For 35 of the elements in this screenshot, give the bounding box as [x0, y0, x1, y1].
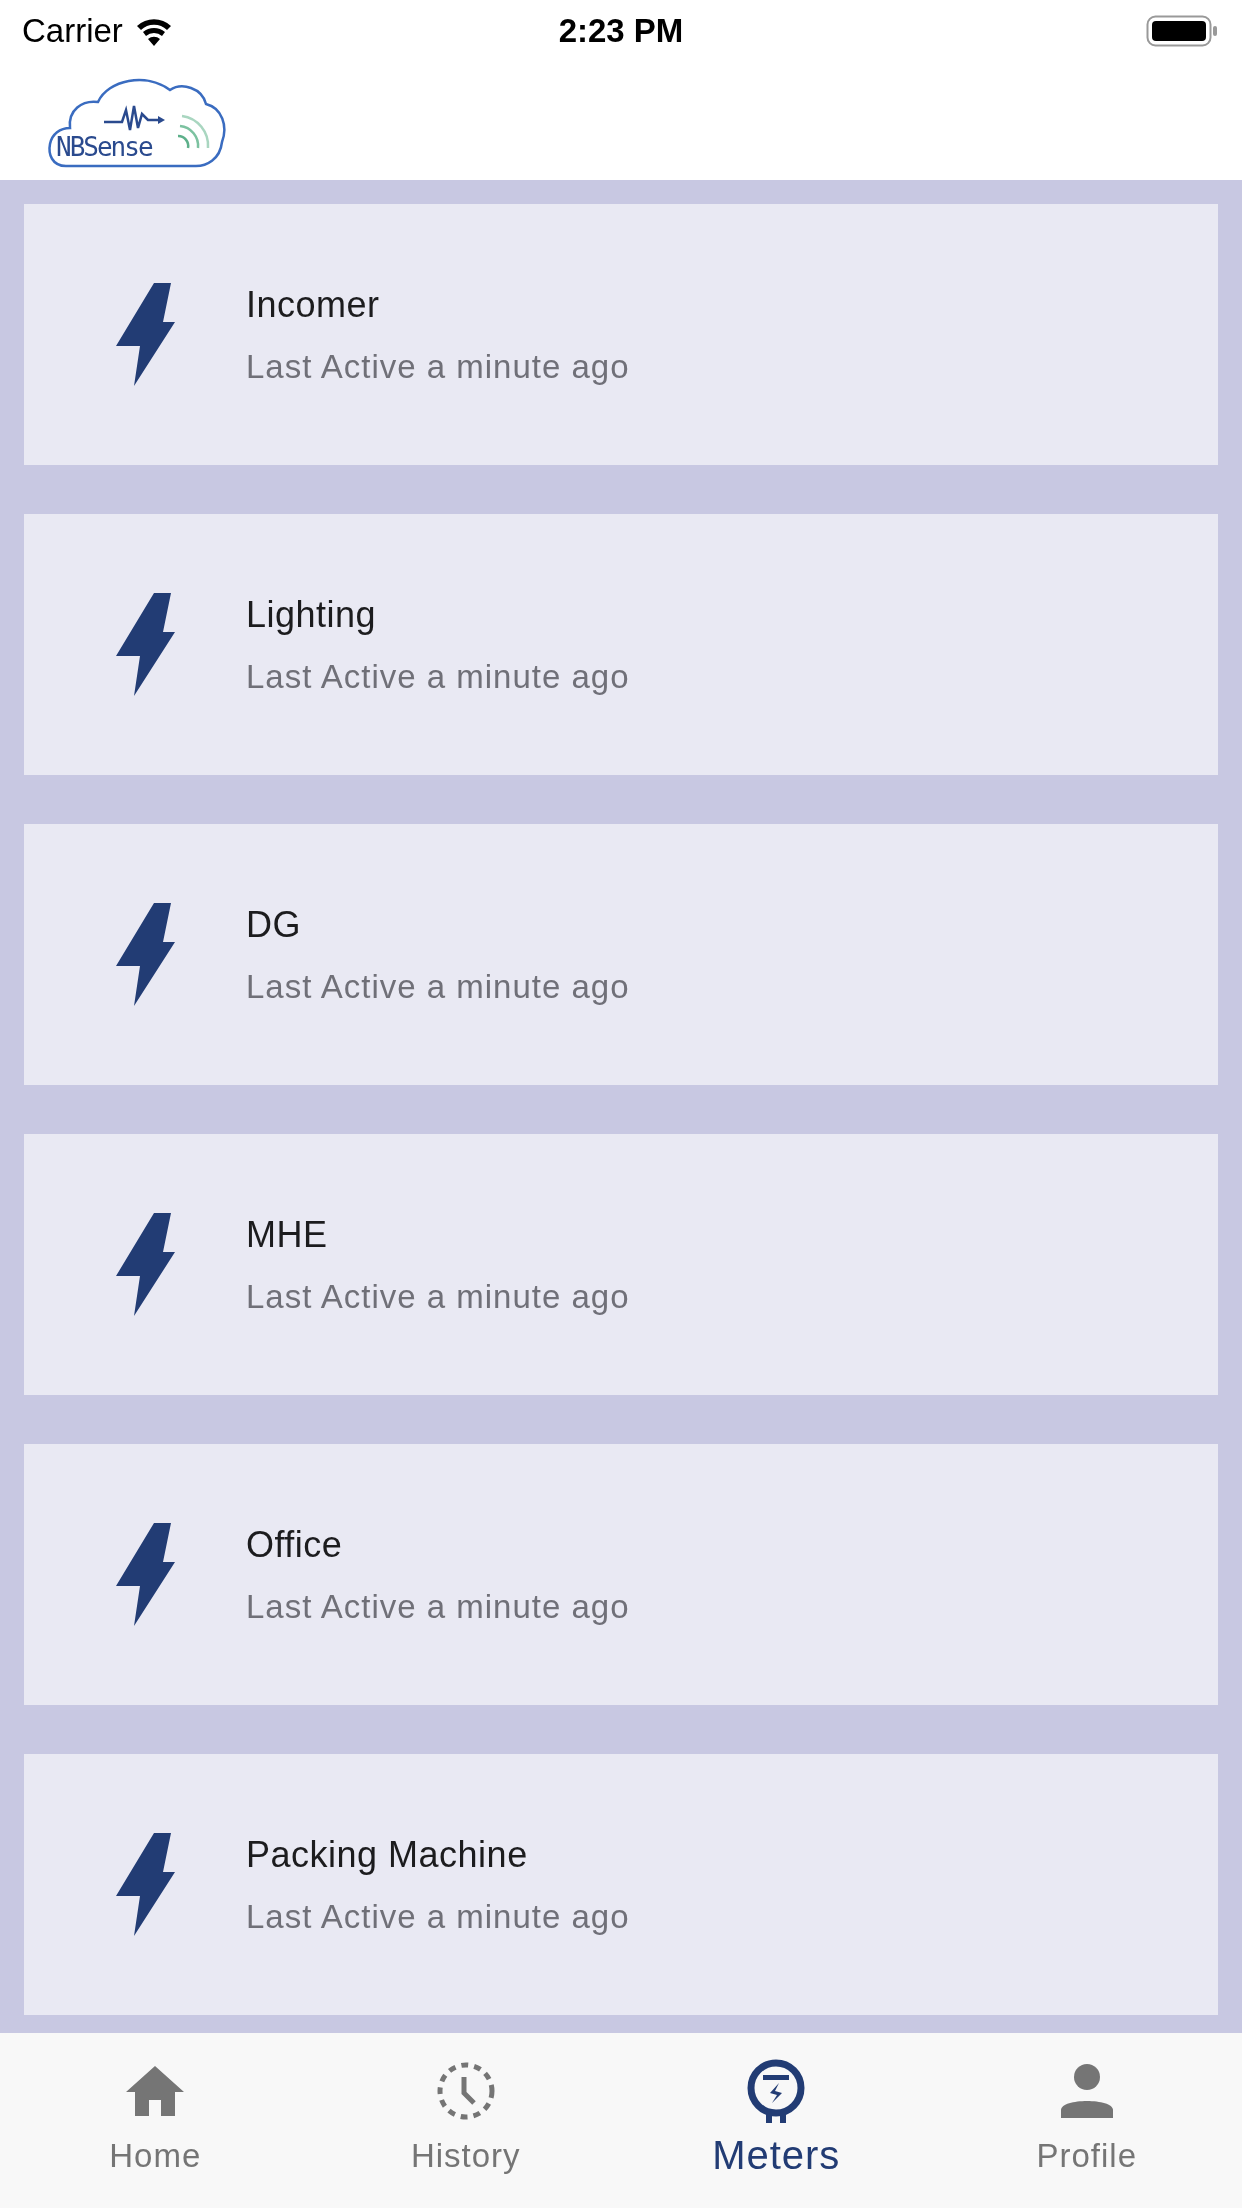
lightning-icon [116, 1213, 175, 1316]
last-active-text: Last Active a minute ago [246, 1277, 630, 1316]
tab-button[interactable]: History [310, 2033, 621, 2208]
meter-card[interactable]: MHE Last Active a minute ago [24, 1134, 1218, 1395]
last-active-text: Last Active a minute ago [246, 347, 630, 386]
person-icon [1060, 2064, 1113, 2118]
last-active-text: Last Active a minute ago [246, 657, 630, 696]
battery-icon [1146, 15, 1218, 47]
meter-name: Office [246, 1523, 344, 1566]
clock-icon [435, 2061, 496, 2121]
last-active-text: Last Active a minute ago [246, 1897, 630, 1936]
meter-name: Packing Machine [246, 1833, 529, 1876]
last-active-text: Last Active a minute ago [246, 1587, 630, 1626]
meter-icon [746, 2059, 807, 2123]
tab-button[interactable]: Meters [621, 2033, 932, 2208]
meter-name: MHE [246, 1213, 329, 1256]
lightning-icon [116, 1523, 175, 1626]
last-active-text: Last Active a minute ago [246, 967, 630, 1006]
meter-card[interactable]: Incomer Last Active a minute ago [24, 204, 1218, 465]
lightning-icon [116, 903, 175, 1006]
tab-button[interactable]: Home [0, 2033, 311, 2208]
meter-name: DG [246, 903, 302, 946]
meter-card[interactable]: DG Last Active a minute ago [24, 824, 1218, 1085]
meter-card[interactable]: Packing Machine Last Active a minute ago [24, 1754, 1218, 2015]
clock-time: 2:23 PM [558, 12, 684, 50]
lightning-icon [116, 593, 175, 696]
lightning-icon [116, 1833, 175, 1936]
meter-card[interactable]: Lighting Last Active a minute ago [24, 514, 1218, 775]
meter-card[interactable]: Office Last Active a minute ago [24, 1444, 1218, 1705]
tab-button[interactable]: Profile [931, 2033, 1242, 2208]
meter-name: Lighting [246, 593, 378, 636]
carrier-label: Carrier [22, 12, 123, 50]
meter-name: Incomer [246, 283, 381, 326]
lightning-icon [116, 283, 175, 386]
home-icon [126, 2066, 185, 2116]
